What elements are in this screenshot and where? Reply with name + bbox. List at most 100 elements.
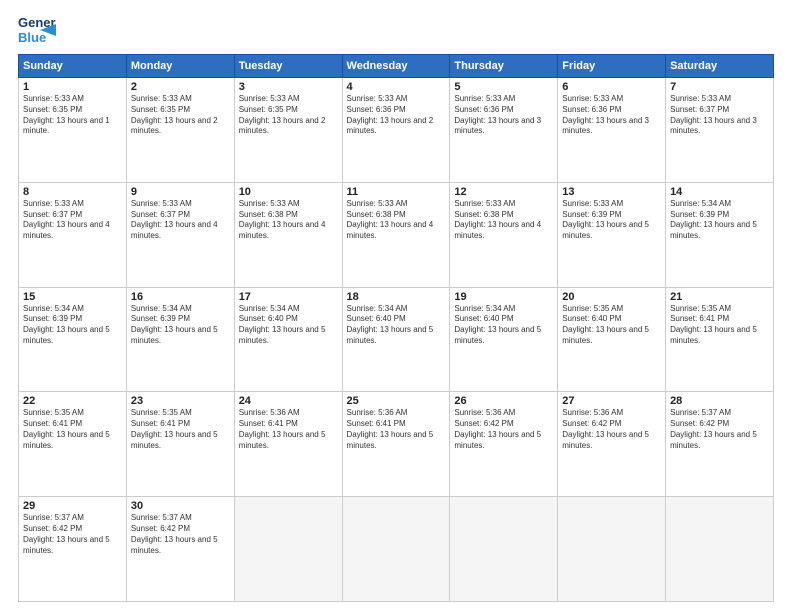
calendar-table: SundayMondayTuesdayWednesdayThursdayFrid… [18, 54, 774, 602]
day-header-thursday: Thursday [450, 55, 558, 78]
day-info: Sunrise: 5:35 AMSunset: 6:41 PMDaylight:… [131, 408, 230, 451]
day-info: Sunrise: 5:33 AMSunset: 6:38 PMDaylight:… [347, 199, 446, 242]
day-number: 14 [670, 186, 769, 198]
day-info: Sunrise: 5:35 AMSunset: 6:41 PMDaylight:… [23, 408, 122, 451]
day-info: Sunrise: 5:35 AMSunset: 6:41 PMDaylight:… [670, 304, 769, 347]
day-info: Sunrise: 5:36 AMSunset: 6:42 PMDaylight:… [562, 408, 661, 451]
week-row-4: 22Sunrise: 5:35 AMSunset: 6:41 PMDayligh… [19, 392, 774, 497]
day-number: 13 [562, 186, 661, 198]
day-info: Sunrise: 5:37 AMSunset: 6:42 PMDaylight:… [23, 513, 122, 556]
day-info: Sunrise: 5:33 AMSunset: 6:37 PMDaylight:… [23, 199, 122, 242]
day-cell: 27Sunrise: 5:36 AMSunset: 6:42 PMDayligh… [558, 392, 666, 497]
day-number: 15 [23, 291, 122, 303]
day-info: Sunrise: 5:34 AMSunset: 6:40 PMDaylight:… [239, 304, 338, 347]
day-info: Sunrise: 5:33 AMSunset: 6:35 PMDaylight:… [23, 94, 122, 137]
day-info: Sunrise: 5:35 AMSunset: 6:40 PMDaylight:… [562, 304, 661, 347]
day-cell [666, 497, 774, 602]
day-info: Sunrise: 5:34 AMSunset: 6:39 PMDaylight:… [670, 199, 769, 242]
day-cell: 1Sunrise: 5:33 AMSunset: 6:35 PMDaylight… [19, 78, 127, 183]
day-cell: 26Sunrise: 5:36 AMSunset: 6:42 PMDayligh… [450, 392, 558, 497]
day-info: Sunrise: 5:37 AMSunset: 6:42 PMDaylight:… [670, 408, 769, 451]
day-cell: 23Sunrise: 5:35 AMSunset: 6:41 PMDayligh… [126, 392, 234, 497]
day-info: Sunrise: 5:33 AMSunset: 6:38 PMDaylight:… [454, 199, 553, 242]
day-number: 17 [239, 291, 338, 303]
day-info: Sunrise: 5:33 AMSunset: 6:36 PMDaylight:… [347, 94, 446, 137]
day-cell: 3Sunrise: 5:33 AMSunset: 6:35 PMDaylight… [234, 78, 342, 183]
day-header-monday: Monday [126, 55, 234, 78]
day-cell: 6Sunrise: 5:33 AMSunset: 6:36 PMDaylight… [558, 78, 666, 183]
day-cell [342, 497, 450, 602]
day-number: 4 [347, 81, 446, 93]
day-cell: 25Sunrise: 5:36 AMSunset: 6:41 PMDayligh… [342, 392, 450, 497]
day-cell: 24Sunrise: 5:36 AMSunset: 6:41 PMDayligh… [234, 392, 342, 497]
day-info: Sunrise: 5:33 AMSunset: 6:37 PMDaylight:… [670, 94, 769, 137]
day-cell: 8Sunrise: 5:33 AMSunset: 6:37 PMDaylight… [19, 182, 127, 287]
day-cell [450, 497, 558, 602]
day-number: 23 [131, 395, 230, 407]
day-number: 24 [239, 395, 338, 407]
day-number: 9 [131, 186, 230, 198]
week-row-5: 29Sunrise: 5:37 AMSunset: 6:42 PMDayligh… [19, 497, 774, 602]
day-number: 5 [454, 81, 553, 93]
week-row-2: 8Sunrise: 5:33 AMSunset: 6:37 PMDaylight… [19, 182, 774, 287]
day-number: 20 [562, 291, 661, 303]
page: General Blue SundayMondayTuesdayWednesda… [0, 0, 792, 612]
day-info: Sunrise: 5:36 AMSunset: 6:42 PMDaylight:… [454, 408, 553, 451]
day-info: Sunrise: 5:37 AMSunset: 6:42 PMDaylight:… [131, 513, 230, 556]
day-number: 16 [131, 291, 230, 303]
day-cell: 10Sunrise: 5:33 AMSunset: 6:38 PMDayligh… [234, 182, 342, 287]
day-info: Sunrise: 5:33 AMSunset: 6:38 PMDaylight:… [239, 199, 338, 242]
day-cell: 13Sunrise: 5:33 AMSunset: 6:39 PMDayligh… [558, 182, 666, 287]
day-number: 3 [239, 81, 338, 93]
day-info: Sunrise: 5:34 AMSunset: 6:39 PMDaylight:… [131, 304, 230, 347]
day-cell: 4Sunrise: 5:33 AMSunset: 6:36 PMDaylight… [342, 78, 450, 183]
day-number: 8 [23, 186, 122, 198]
day-number: 12 [454, 186, 553, 198]
day-cell: 18Sunrise: 5:34 AMSunset: 6:40 PMDayligh… [342, 287, 450, 392]
day-info: Sunrise: 5:34 AMSunset: 6:39 PMDaylight:… [23, 304, 122, 347]
day-cell: 29Sunrise: 5:37 AMSunset: 6:42 PMDayligh… [19, 497, 127, 602]
header: General Blue [18, 10, 774, 48]
day-cell: 21Sunrise: 5:35 AMSunset: 6:41 PMDayligh… [666, 287, 774, 392]
day-number: 10 [239, 186, 338, 198]
day-info: Sunrise: 5:33 AMSunset: 6:36 PMDaylight:… [562, 94, 661, 137]
day-cell: 2Sunrise: 5:33 AMSunset: 6:35 PMDaylight… [126, 78, 234, 183]
day-number: 22 [23, 395, 122, 407]
day-cell: 17Sunrise: 5:34 AMSunset: 6:40 PMDayligh… [234, 287, 342, 392]
day-number: 26 [454, 395, 553, 407]
day-cell: 22Sunrise: 5:35 AMSunset: 6:41 PMDayligh… [19, 392, 127, 497]
day-info: Sunrise: 5:33 AMSunset: 6:37 PMDaylight:… [131, 199, 230, 242]
day-header-tuesday: Tuesday [234, 55, 342, 78]
day-number: 27 [562, 395, 661, 407]
day-number: 21 [670, 291, 769, 303]
day-info: Sunrise: 5:33 AMSunset: 6:39 PMDaylight:… [562, 199, 661, 242]
day-number: 28 [670, 395, 769, 407]
day-cell: 28Sunrise: 5:37 AMSunset: 6:42 PMDayligh… [666, 392, 774, 497]
day-number: 11 [347, 186, 446, 198]
day-number: 29 [23, 500, 122, 512]
day-number: 7 [670, 81, 769, 93]
day-info: Sunrise: 5:33 AMSunset: 6:36 PMDaylight:… [454, 94, 553, 137]
week-row-3: 15Sunrise: 5:34 AMSunset: 6:39 PMDayligh… [19, 287, 774, 392]
day-header-wednesday: Wednesday [342, 55, 450, 78]
day-cell: 30Sunrise: 5:37 AMSunset: 6:42 PMDayligh… [126, 497, 234, 602]
day-cell: 11Sunrise: 5:33 AMSunset: 6:38 PMDayligh… [342, 182, 450, 287]
day-header-sunday: Sunday [19, 55, 127, 78]
day-cell: 14Sunrise: 5:34 AMSunset: 6:39 PMDayligh… [666, 182, 774, 287]
svg-text:Blue: Blue [18, 30, 46, 45]
day-number: 2 [131, 81, 230, 93]
day-info: Sunrise: 5:34 AMSunset: 6:40 PMDaylight:… [454, 304, 553, 347]
day-cell: 20Sunrise: 5:35 AMSunset: 6:40 PMDayligh… [558, 287, 666, 392]
day-header-saturday: Saturday [666, 55, 774, 78]
day-header-friday: Friday [558, 55, 666, 78]
day-cell: 9Sunrise: 5:33 AMSunset: 6:37 PMDaylight… [126, 182, 234, 287]
logo: General Blue [18, 10, 58, 48]
day-cell: 19Sunrise: 5:34 AMSunset: 6:40 PMDayligh… [450, 287, 558, 392]
logo-graphic: General Blue [18, 10, 56, 48]
week-row-1: 1Sunrise: 5:33 AMSunset: 6:35 PMDaylight… [19, 78, 774, 183]
day-number: 1 [23, 81, 122, 93]
day-cell: 12Sunrise: 5:33 AMSunset: 6:38 PMDayligh… [450, 182, 558, 287]
day-info: Sunrise: 5:36 AMSunset: 6:41 PMDaylight:… [347, 408, 446, 451]
day-cell [234, 497, 342, 602]
day-cell: 5Sunrise: 5:33 AMSunset: 6:36 PMDaylight… [450, 78, 558, 183]
